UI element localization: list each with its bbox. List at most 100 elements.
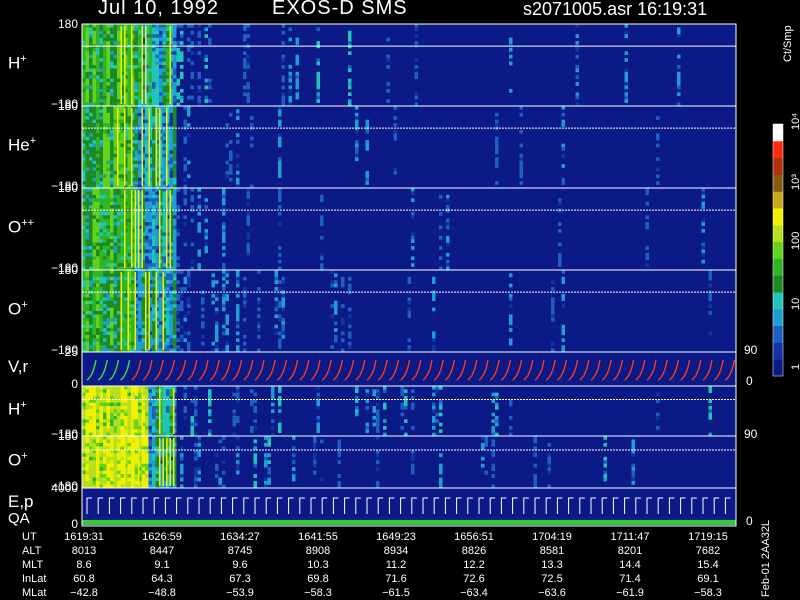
spectrogram-cell <box>162 133 166 138</box>
spectrogram-cell <box>96 429 100 433</box>
spectrogram-cell <box>120 389 124 393</box>
spectrogram-cell <box>271 402 275 407</box>
spectrogram-cell <box>138 78 142 83</box>
spectrogram-cell <box>334 321 338 325</box>
spectrogram-cell <box>190 71 194 76</box>
spectrogram-cell <box>246 65 250 69</box>
spectrogram-cell <box>96 174 100 179</box>
spectrogram-cell <box>201 300 205 305</box>
spectrogram-cell <box>113 314 117 319</box>
spectrogram-cell <box>89 412 93 417</box>
spectrogram-cell <box>85 24 89 28</box>
spectrogram-cell <box>348 307 352 312</box>
spectrogram-cell <box>110 143 114 148</box>
spectrogram-cell <box>173 129 177 134</box>
spectrogram-cell <box>103 150 107 155</box>
right-tick-top: 90 <box>744 343 758 357</box>
spectrogram-cell <box>127 453 131 458</box>
spectrogram-cell <box>166 85 170 90</box>
spectrogram-cell <box>645 225 649 230</box>
spectrogram-cell <box>89 119 93 124</box>
spectrogram-cell <box>152 106 156 110</box>
footer-value: 13.3 <box>541 559 563 571</box>
spectrogram-cell <box>99 153 103 158</box>
spectrogram-cell <box>134 34 138 38</box>
spectrogram-cell <box>376 460 380 465</box>
spectrogram-cell <box>173 201 177 206</box>
spectrogram-cell <box>533 474 537 478</box>
spectrogram-cell <box>201 314 205 319</box>
spectrogram-cell <box>120 263 124 267</box>
spectrogram-cell <box>334 334 338 339</box>
spectrogram-cell <box>127 116 131 120</box>
footer-value: −63.6 <box>538 587 566 599</box>
spectrogram-cell <box>82 481 86 485</box>
spectrogram-cell <box>341 280 345 284</box>
spectrogram-cell <box>264 481 268 485</box>
spectrogram-cell <box>152 256 156 261</box>
spectrogram-cell <box>96 311 100 315</box>
spectrogram-cell <box>117 324 121 329</box>
spectrogram-cell <box>92 409 96 413</box>
spectrogram-cell <box>152 82 156 86</box>
spectrogram-cell <box>278 259 282 264</box>
spectrogram-cell <box>92 481 96 485</box>
spectrogram-cell <box>561 328 565 332</box>
spectrogram-cell <box>82 439 86 444</box>
spectrogram-cell <box>278 157 282 161</box>
spectrogram-cell <box>85 436 89 440</box>
spectrogram-cell <box>103 235 107 240</box>
spectrogram-cell <box>110 61 114 66</box>
spectrogram-cell <box>117 419 121 423</box>
spectrogram-cell <box>180 463 184 468</box>
spectrogram-cell <box>236 324 240 329</box>
spectrogram-cell <box>246 235 250 240</box>
spectrogram-cell <box>173 256 177 261</box>
spectrogram-cell <box>103 211 107 216</box>
spectrogram-cell <box>176 293 180 298</box>
spectrogram-cell <box>355 153 359 158</box>
spectrogram-cell <box>152 140 156 144</box>
spectrogram-cell <box>236 164 240 168</box>
spectrogram-cell <box>519 153 523 158</box>
spectrogram-cell <box>89 167 93 172</box>
spectrogram-cell <box>141 328 145 332</box>
spectrogram-cell <box>236 345 240 349</box>
spectrogram-cell <box>176 51 180 56</box>
spectrogram-cell <box>113 181 117 185</box>
spectrogram-cell <box>117 47 121 52</box>
spectrogram-cell <box>103 304 107 308</box>
panel-label-main: H <box>8 53 21 73</box>
spectrogram-streak <box>124 26 126 104</box>
spectrogram-cell <box>190 75 194 79</box>
spectrogram-cell <box>253 426 257 430</box>
spectrogram-cell <box>222 470 226 475</box>
spectrogram-cell <box>173 92 177 97</box>
spectrogram-cell <box>106 109 110 114</box>
spectrogram-cell <box>120 211 124 216</box>
spectrogram-cell <box>127 256 131 261</box>
spectrogram-cell <box>110 426 114 430</box>
spectrogram-cell <box>103 218 107 223</box>
spectrogram-cell <box>316 41 320 45</box>
spectrogram-cell <box>82 65 86 69</box>
spectrogram-cell <box>117 442 121 447</box>
spectrogram-cell <box>82 205 86 209</box>
spectrogram-cell <box>155 24 159 28</box>
spectrogram-cell <box>89 194 93 199</box>
spectrogram-cell <box>82 71 86 76</box>
spectrogram-cell <box>127 78 131 83</box>
spectrogram-cell <box>89 416 93 420</box>
spectrogram-cell <box>484 436 488 440</box>
spectrogram-cell <box>110 232 114 237</box>
spectrogram-cell <box>145 477 149 482</box>
spectrogram-cell <box>575 47 579 52</box>
spectrogram-cell <box>96 256 100 261</box>
spectrogram-cell <box>204 34 208 38</box>
spectrogram-cell <box>264 453 268 458</box>
spectrogram-cell <box>320 194 324 199</box>
spectrogram-cell <box>204 99 208 103</box>
spectrogram-cell <box>169 109 173 114</box>
spectrogram-cell <box>85 259 89 264</box>
spectrogram-cell <box>134 61 138 66</box>
